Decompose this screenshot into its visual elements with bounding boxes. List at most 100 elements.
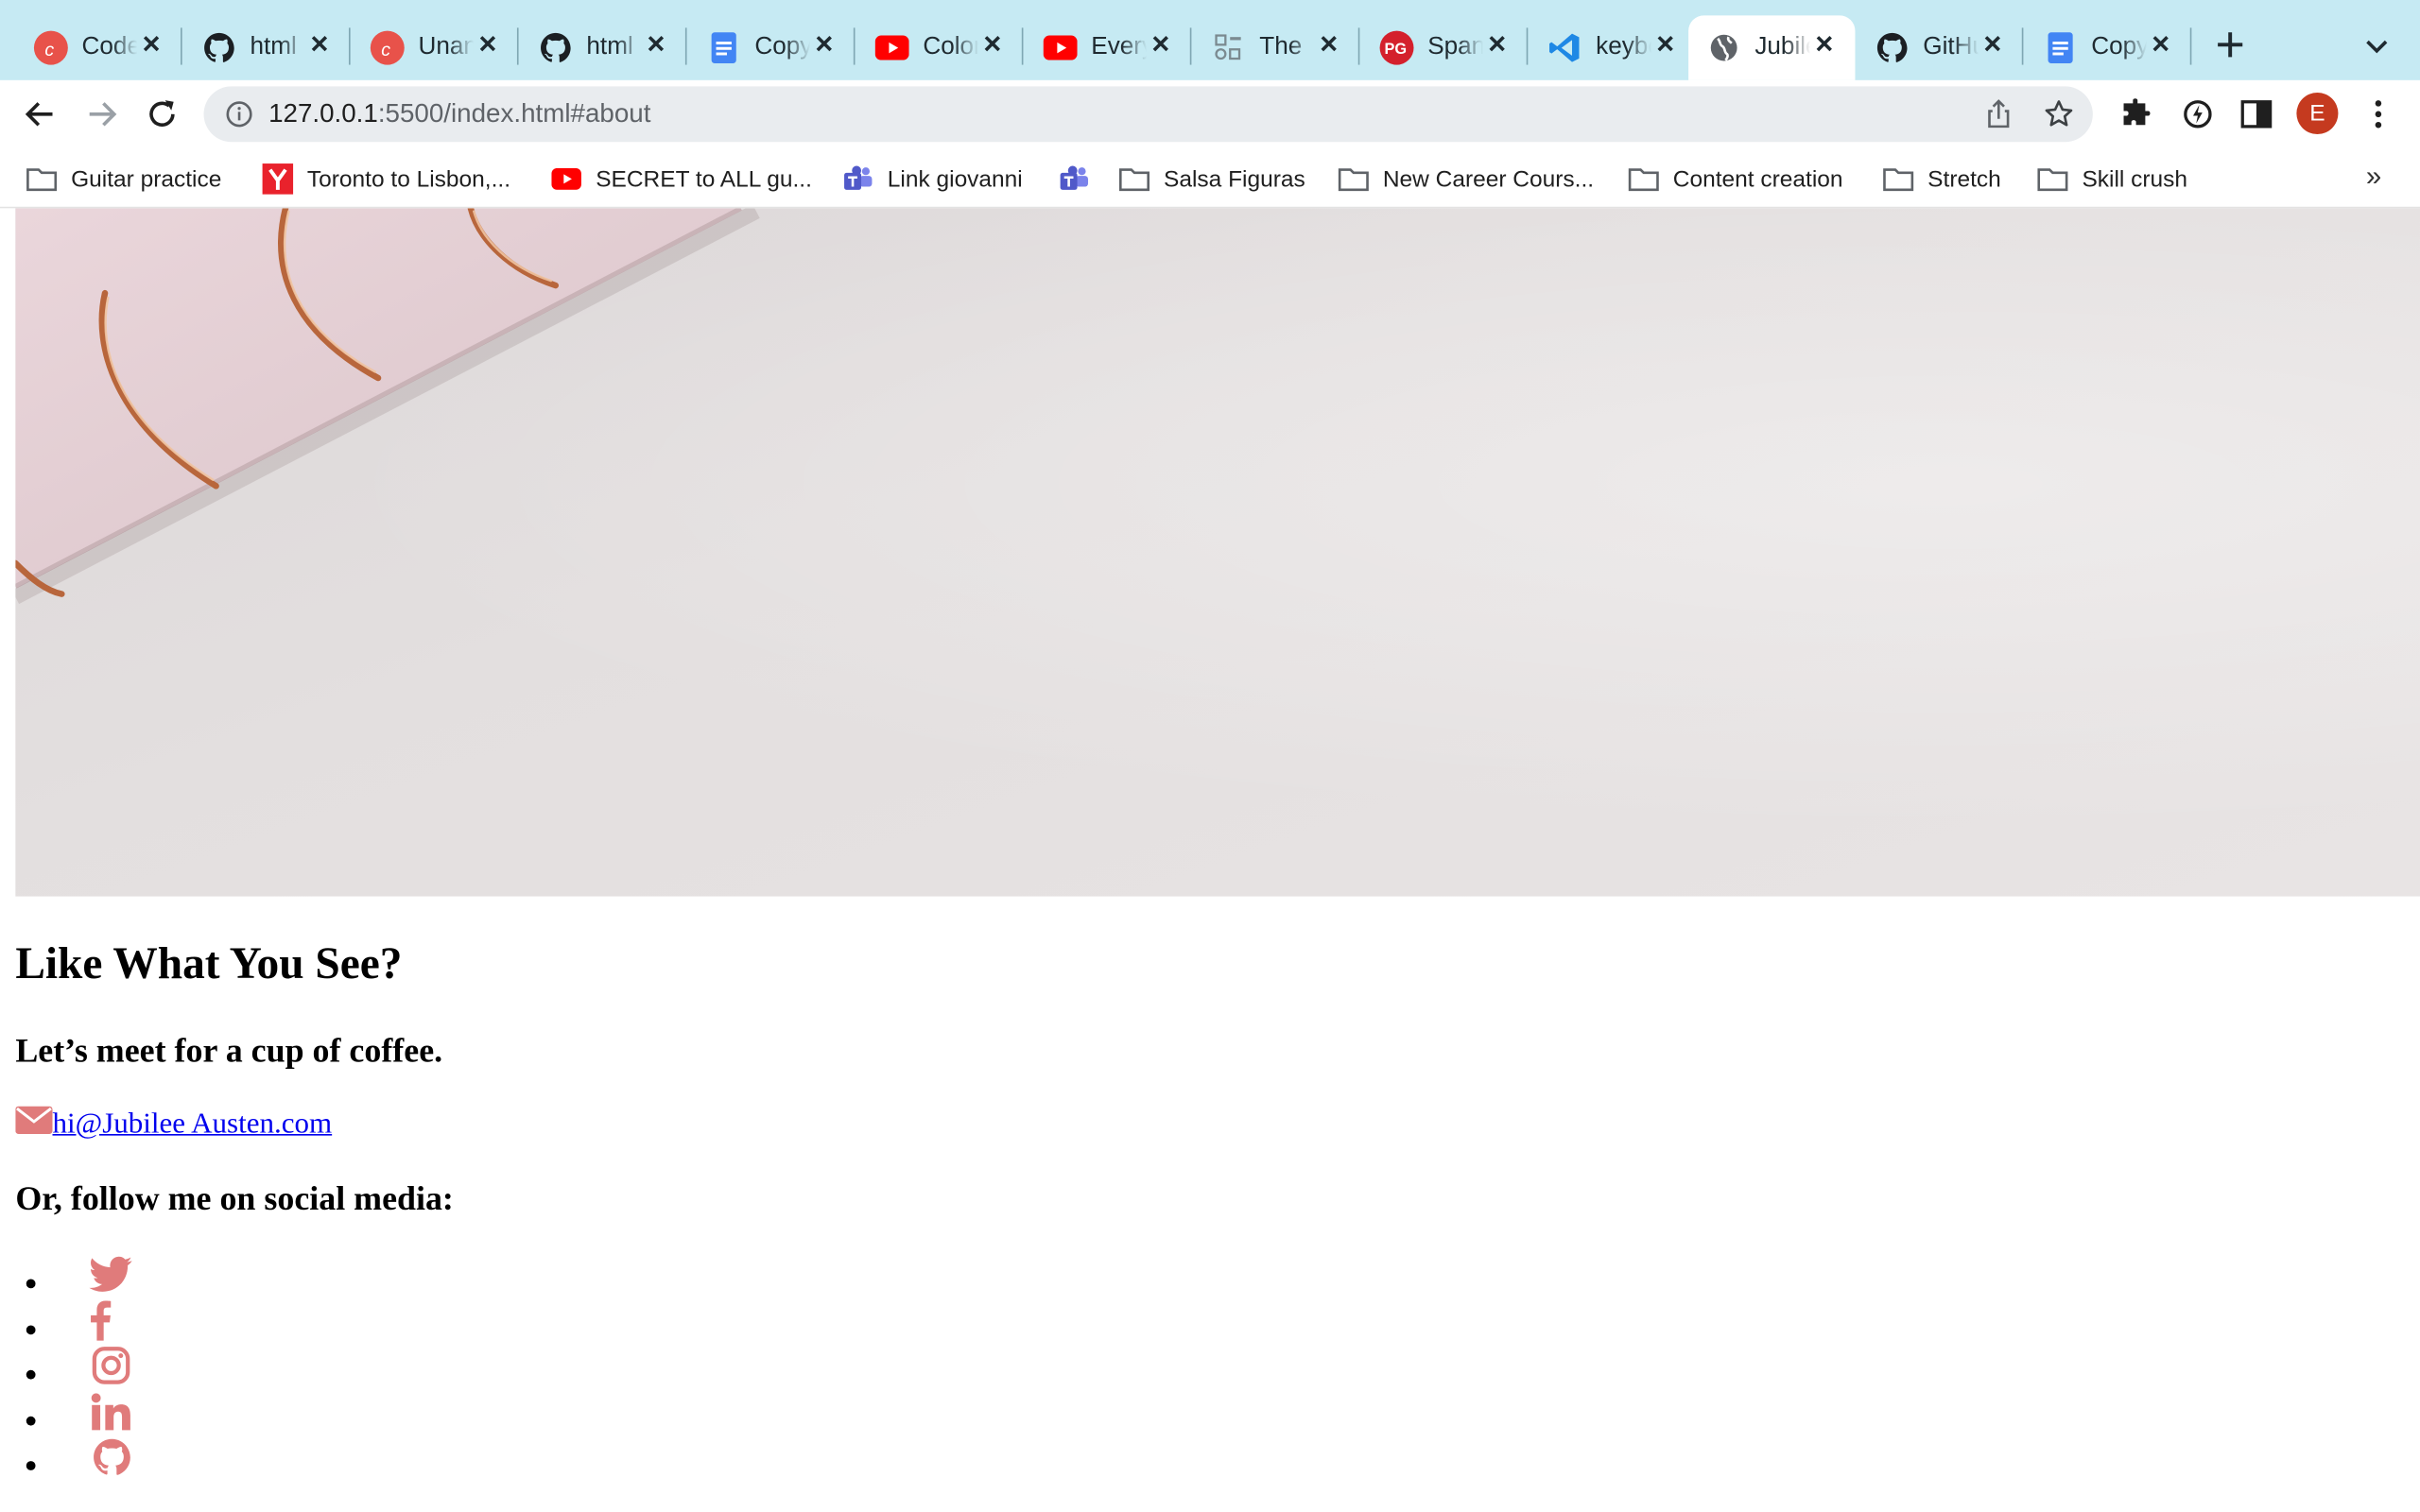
tab-github-html-2[interactable]: html × (520, 15, 687, 80)
pg-icon: PG (1379, 30, 1414, 65)
folder-icon (2037, 165, 2068, 193)
bookmarks-overflow-button[interactable]: » (2366, 161, 2381, 193)
extensions-icon[interactable] (2119, 95, 2156, 132)
svg-text:c: c (44, 40, 54, 59)
tab-github-html[interactable]: html × (183, 15, 351, 80)
folder-icon (1883, 165, 1914, 193)
tab-codecademy-unanswered[interactable]: c Unanswered × (352, 15, 519, 80)
folder-icon (1628, 165, 1659, 193)
facebook-icon[interactable] (90, 1298, 133, 1342)
page-content: Like What You See? Let’s meet for a cup … (0, 208, 2420, 1512)
reload-icon (149, 100, 175, 127)
tab-search-button[interactable] (2359, 27, 2395, 64)
bookmark-content-creation[interactable]: Content creation (1628, 162, 1843, 196)
google-docs-icon (2044, 31, 2078, 65)
share-icon[interactable] (1983, 98, 2014, 129)
browser-toolbar: 127.0.0.1:5500/index.html#about E (0, 79, 2420, 148)
vscode-icon (1548, 31, 1582, 65)
info-icon[interactable] (225, 100, 252, 128)
youtube-icon (1043, 31, 1078, 65)
page-subheading: Let’s meet for a cup of coffee. (15, 1030, 443, 1070)
close-tab-icon[interactable]: × (1481, 29, 1512, 60)
side-panel-icon[interactable] (2238, 95, 2274, 132)
more-menu-icon[interactable] (2360, 95, 2396, 132)
close-tab-icon[interactable]: × (641, 29, 672, 60)
close-tab-icon[interactable]: × (1650, 29, 1681, 60)
arrow-right-icon (89, 102, 117, 127)
bookmark-skill-crush[interactable]: Skill crush (2037, 162, 2187, 196)
page-heading: Like What You See? (15, 939, 403, 989)
teams-icon (842, 165, 873, 193)
bookmark-link-giovanni[interactable]: Link giovanni (842, 162, 1023, 196)
yelp-icon (262, 163, 294, 195)
tab-github[interactable]: GitHub × (1857, 15, 2024, 80)
profile-avatar[interactable]: E (2296, 92, 2339, 135)
reload-button[interactable] (141, 93, 184, 136)
github-icon[interactable] (90, 1435, 133, 1478)
bookmark-stretch[interactable]: Stretch (1883, 162, 2001, 196)
url-text[interactable]: 127.0.0.1:5500/index.html#about (268, 98, 650, 129)
google-docs-icon (707, 31, 741, 65)
social-links-list (15, 1249, 132, 1477)
chevron-down-icon (2366, 40, 2388, 54)
forward-button[interactable] (80, 93, 124, 136)
bookmarks-bar: Guitar practice Toronto to Lisbon,... SE… (0, 147, 2420, 209)
youtube-icon (874, 31, 909, 65)
bookmark-new-career-courses[interactable]: New Career Cours... (1338, 162, 1594, 196)
close-tab-icon[interactable]: × (473, 29, 504, 60)
star-icon[interactable] (2044, 98, 2075, 129)
plus-icon (2218, 32, 2243, 58)
codecademy-icon: c (370, 30, 405, 65)
envelope-icon (15, 1106, 53, 1143)
tab-strip: c Codecademy × html × c Unanswered × htm… (0, 0, 2420, 80)
close-tab-icon[interactable]: × (977, 29, 1008, 60)
new-tab-button[interactable] (2210, 25, 2250, 64)
email-link[interactable]: hi@Jubilee Austen.com (53, 1107, 333, 1141)
hero-image-notebook (15, 208, 2420, 897)
close-tab-icon[interactable]: × (1977, 29, 2008, 60)
bookmark-guitar-practice[interactable]: Guitar practice (26, 162, 221, 196)
performance-icon[interactable] (2179, 95, 2216, 132)
linkedin-icon[interactable] (90, 1389, 133, 1433)
notebook-illustration (15, 208, 760, 605)
follow-heading: Or, follow me on social media: (15, 1178, 454, 1218)
close-tab-icon[interactable]: × (809, 29, 840, 60)
close-tab-icon[interactable]: × (304, 29, 336, 60)
close-tab-icon[interactable]: × (1313, 29, 1344, 60)
bookmark-salsa-figuras[interactable]: Salsa Figuras (1118, 162, 1305, 196)
close-tab-icon[interactable]: × (2145, 29, 2176, 60)
shapes-icon (1212, 31, 1246, 65)
twitter-icon[interactable] (89, 1253, 133, 1297)
address-bar[interactable]: 127.0.0.1:5500/index.html#about (203, 86, 2093, 143)
close-tab-icon[interactable]: × (1145, 29, 1176, 60)
email-row: hi@Jubilee Austen.com (15, 1106, 333, 1143)
folder-icon (1118, 165, 1150, 193)
bookmark-teams[interactable] (1059, 162, 1103, 196)
tab-youtube-color[interactable]: Color × (856, 15, 1024, 80)
tab-the[interactable]: The × (1193, 15, 1360, 80)
teams-icon (1059, 165, 1090, 193)
close-tab-icon[interactable]: × (136, 29, 167, 60)
bookmark-secret-to-all[interactable]: SECRET to ALL gu... (551, 162, 812, 196)
youtube-icon (551, 165, 582, 193)
tab-jubilee-active[interactable]: Jubilee × (1688, 15, 1856, 80)
github-icon (202, 31, 236, 65)
close-tab-icon[interactable]: × (1808, 29, 1840, 60)
codecademy-icon: c (33, 30, 68, 65)
tab-youtube-every[interactable]: Every × (1025, 15, 1192, 80)
globe-icon (1707, 31, 1741, 65)
folder-icon (26, 165, 58, 193)
svg-text:c: c (381, 40, 390, 59)
tab-vscode-keyboard[interactable]: keyboard × (1530, 15, 1696, 80)
tab-codecademy[interactable]: c Codecademy × (15, 15, 182, 80)
svg-text:PG: PG (1384, 41, 1407, 57)
arrow-left-icon (25, 102, 53, 127)
back-button[interactable] (19, 93, 62, 136)
bookmark-toronto-lisbon[interactable]: Toronto to Lisbon,... (262, 162, 510, 196)
tab-spanish[interactable]: PG Spanish × (1361, 15, 1529, 80)
tab-google-docs-copy[interactable]: Copy × (688, 15, 856, 80)
instagram-icon[interactable] (90, 1344, 133, 1387)
folder-icon (1338, 165, 1370, 193)
github-icon (539, 31, 573, 65)
tab-google-docs-copy-2[interactable]: Copy × (2025, 15, 2192, 80)
